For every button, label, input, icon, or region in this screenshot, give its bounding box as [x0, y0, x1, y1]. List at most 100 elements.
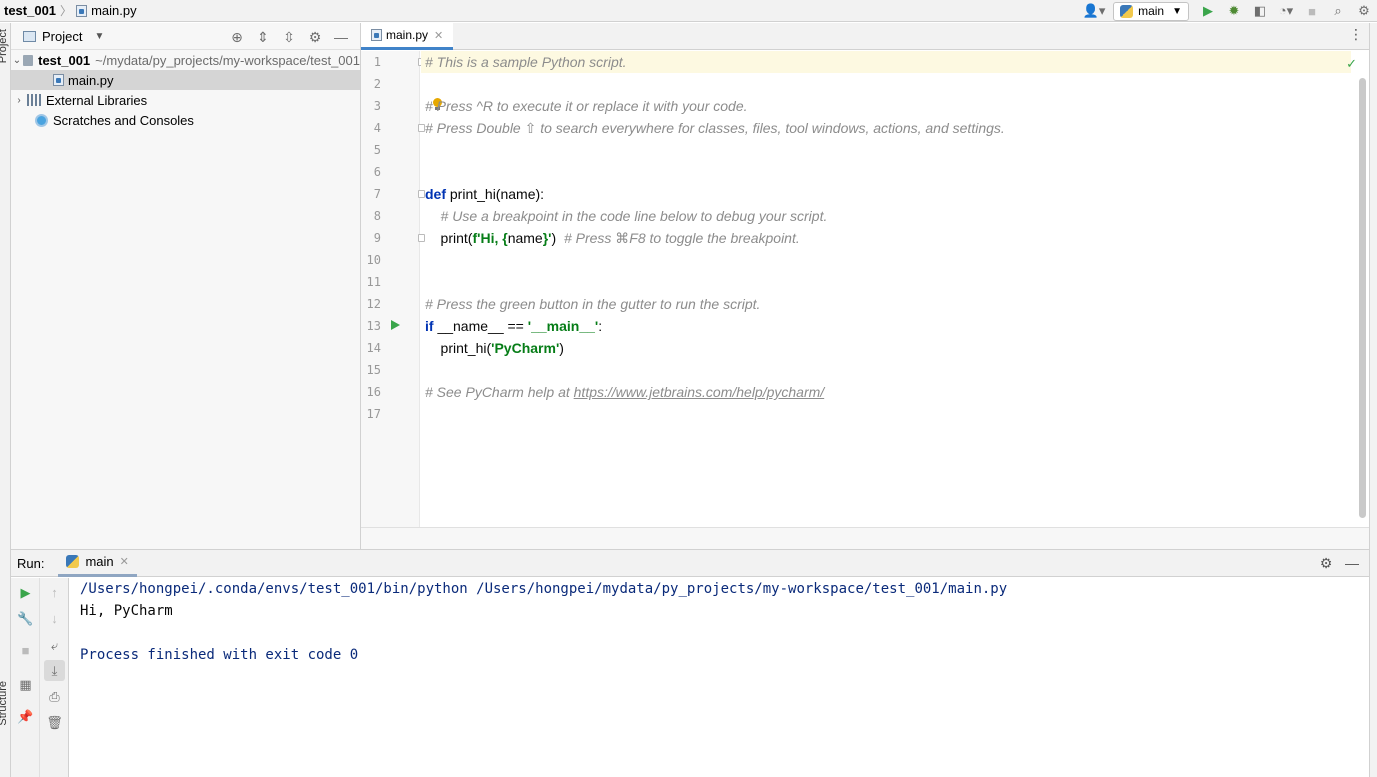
run-configuration-selector[interactable]: main ▼	[1113, 1, 1189, 21]
arrow-up-icon[interactable]: ↑	[44, 582, 65, 603]
inspection-ok-icon[interactable]: ✓	[1346, 56, 1357, 72]
fold-icon[interactable]	[418, 234, 425, 242]
tree-item-path: ~/mydata/py_projects/my-workspace/test_0…	[95, 52, 360, 68]
code-line-4: # Press Double ⇧ to search everywhere fo…	[425, 120, 1005, 136]
project-panel-tools: ⊕ ⇕ ⇳ ⚙ —	[224, 27, 354, 47]
run-tab-label: main	[85, 554, 114, 569]
hide-icon[interactable]: —	[1339, 553, 1365, 573]
editor-tab-bar: main.py ✕ ⋮	[361, 23, 1369, 50]
line-number: 7	[373, 187, 381, 201]
run-panel: Run: main ✕ ⚙ — ▶ 🔧 ■ ▦ 📌 ↑ ↓ ⤶ ⤓ ⎙ 🗑 /U…	[11, 549, 1369, 777]
layout-icon[interactable]: ▦	[15, 674, 36, 695]
line-number: 11	[366, 275, 381, 289]
project-panel-title[interactable]: Project	[42, 29, 82, 44]
run-configuration-label: main	[1138, 4, 1165, 18]
soft-wrap-icon[interactable]: ⤶	[44, 635, 65, 656]
project-panel-header: Project ▼ ⊕ ⇕ ⇳ ⚙ —	[11, 23, 360, 50]
run-gutter-icon[interactable]	[391, 320, 400, 330]
project-panel: Project ▼ ⊕ ⇕ ⇳ ⚙ — ⌄ test_001 ~/mydata/…	[11, 23, 361, 549]
user-icon[interactable]: 👤▾	[1081, 0, 1107, 22]
python-icon	[66, 555, 80, 568]
editor-gutter[interactable]: 1 2 3 4 5 6 7 8 9 10 11 12 13 14 15 16 17	[361, 51, 420, 527]
code-line-16: # See PyCharm help at https://www.jetbra…	[425, 384, 825, 400]
line-number: 1	[373, 55, 381, 69]
project-view-icon	[23, 30, 36, 42]
hide-icon[interactable]: —	[328, 27, 354, 47]
vertical-scrollbar[interactable]	[1359, 78, 1366, 518]
chevron-down-icon[interactable]: ▼	[94, 31, 104, 42]
line-number: 13	[366, 319, 381, 333]
fold-icon[interactable]	[418, 124, 425, 132]
code-line-13: if __name__ == '__main__':	[425, 318, 603, 334]
structure-tool-window-tab[interactable]: Structure	[0, 681, 9, 726]
pin-icon[interactable]: 📌	[15, 706, 36, 727]
stop-icon[interactable]: ■	[15, 640, 36, 661]
collapse-all-icon[interactable]: ⇳	[276, 27, 302, 47]
line-number: 3	[373, 99, 381, 113]
line-number: 4	[373, 121, 381, 135]
line-number: 12	[366, 297, 381, 311]
tree-item-main-py[interactable]: main.py	[11, 70, 360, 90]
gear-icon[interactable]: ⚙	[1313, 553, 1339, 573]
python-icon	[1120, 4, 1134, 18]
console-stdout-line: Hi, PyCharm	[80, 603, 173, 619]
arrow-down-icon[interactable]: ↓	[44, 608, 65, 629]
tree-item-label: Scratches and Consoles	[53, 112, 194, 128]
code-line-7: def print_hi(name):	[425, 186, 545, 202]
code-editor: main.py ✕ ⋮ 1 2 3 4 5 6 7 8 9 10 11 12 13 14 15 16 17 # …	[361, 23, 1369, 549]
breadcrumb-file[interactable]: main.py	[76, 3, 137, 18]
run-panel-header: Run: main ✕ ⚙ —	[11, 550, 1369, 577]
fold-icon[interactable]	[418, 190, 425, 198]
profile-icon[interactable]: ◔▾	[1273, 0, 1299, 22]
run-toolbar-primary: ▶ 🔧 ■ ▦ 📌	[11, 578, 40, 777]
print-icon[interactable]: ⎙	[44, 686, 65, 707]
settings-icon[interactable]: ⚙	[1351, 0, 1377, 22]
more-options-icon[interactable]: ⋮	[1349, 26, 1363, 43]
code-line-8: # Use a breakpoint in the code line belo…	[425, 208, 828, 224]
wrench-icon[interactable]: 🔧	[15, 608, 36, 629]
code-line-1: # This is a sample Python script.	[421, 51, 1351, 73]
tree-item-project-root[interactable]: ⌄ test_001 ~/mydata/py_projects/my-works…	[11, 50, 360, 70]
code-line-12: # Press the green button in the gutter t…	[425, 296, 761, 312]
console-command-line: /Users/hongpei/.conda/envs/test_001/bin/…	[80, 581, 1008, 597]
line-number: 10	[366, 253, 381, 267]
python-file-icon	[53, 74, 64, 86]
locate-icon[interactable]: ⊕	[224, 27, 250, 47]
tree-item-external-libraries[interactable]: › External Libraries	[11, 90, 360, 110]
chevron-right-icon[interactable]: ›	[11, 95, 27, 106]
coverage-icon[interactable]: ◧	[1247, 0, 1273, 22]
python-file-icon	[371, 29, 382, 41]
python-file-icon	[76, 4, 88, 17]
tree-item-scratches[interactable]: Scratches and Consoles	[11, 110, 360, 130]
breadcrumb-project[interactable]: test_001	[0, 3, 56, 18]
close-icon[interactable]: ✕	[434, 29, 443, 42]
line-number: 8	[373, 209, 381, 223]
trash-icon[interactable]: 🗑	[44, 712, 65, 733]
close-icon[interactable]: ✕	[120, 555, 129, 568]
navigation-bar: test_001 〉 main.py 👤▾ main ▼ ▶ ✹ ◧ ◔▾ ■ …	[0, 0, 1377, 22]
scroll-to-end-icon[interactable]: ⤓	[44, 660, 65, 681]
expand-all-icon[interactable]: ⇕	[250, 27, 276, 47]
tree-item-label: test_001	[38, 52, 91, 68]
chevron-down-icon[interactable]: ⌄	[11, 55, 23, 66]
run-icon[interactable]: ▶	[1195, 0, 1221, 22]
gear-icon[interactable]: ⚙	[302, 27, 328, 47]
tree-item-label: main.py	[68, 72, 114, 88]
project-tool-window-tab[interactable]: Project	[0, 29, 9, 63]
code-area[interactable]: # This is a sample Python script. # Pres…	[421, 51, 1355, 527]
console-output[interactable]: /Users/hongpei/.conda/envs/test_001/bin/…	[80, 578, 1360, 777]
line-number: 6	[373, 165, 381, 179]
tab-main-py[interactable]: main.py ✕	[361, 23, 454, 50]
help-link[interactable]: https://www.jetbrains.com/help/pycharm/	[574, 384, 825, 400]
run-tab-main[interactable]: main ✕	[58, 550, 137, 577]
rerun-icon[interactable]: ▶	[15, 582, 36, 603]
stop-icon[interactable]: ■	[1299, 0, 1325, 22]
left-tool-strip: Project Structure	[0, 23, 11, 777]
search-icon[interactable]: ⌕	[1325, 0, 1351, 22]
line-number: 2	[373, 77, 381, 91]
debug-icon[interactable]: ✹	[1221, 0, 1247, 22]
toolbar-right: 👤▾ main ▼ ▶ ✹ ◧ ◔▾ ■ ⌕ ⚙	[1081, 0, 1377, 22]
line-number: 5	[373, 143, 381, 157]
line-number: 15	[366, 363, 381, 377]
tree-item-label: External Libraries	[46, 92, 148, 108]
